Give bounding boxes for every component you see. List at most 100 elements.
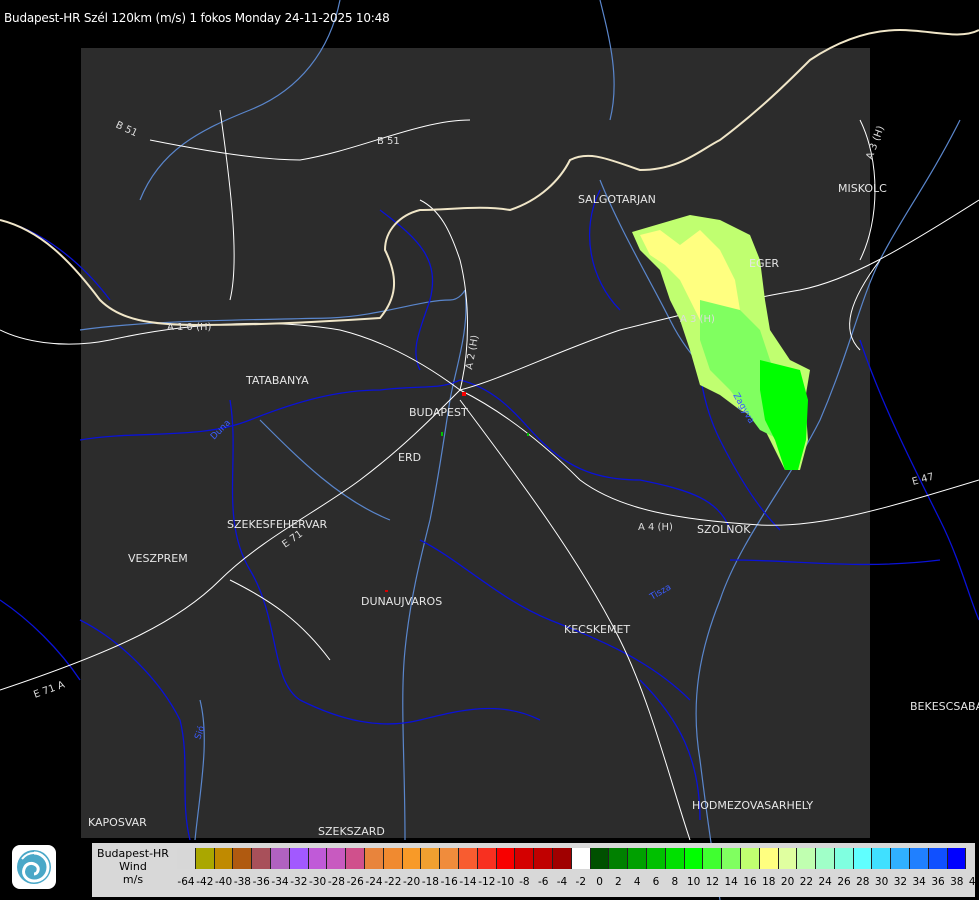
city-label: HODMEZOVASARHELY [692,799,813,812]
legend-tick-label: -4 [556,876,568,888]
map-title: Budapest-HR Szél 120km (m/s) 1 fokos Mon… [4,11,390,25]
city-label: SZEKSZARD [318,825,385,838]
legend-swatch [722,848,741,869]
legend-swatch [177,848,196,869]
legend-tick-label: 16 [743,876,757,888]
radar-coverage-area [81,48,870,838]
legend-swatch [665,848,685,869]
legend-swatch [534,848,553,869]
legend-swatches [177,848,967,869]
legend-swatch [628,848,647,869]
city-label: DUNAUJVAROS [361,595,442,608]
legend-tick-label: -38 [233,876,251,888]
legend-swatch [440,848,459,869]
legend-swatch [646,848,666,869]
city-label: SZOLNOK [697,523,751,536]
legend-swatch [703,848,723,869]
legend-tick-label: -2 [575,876,587,888]
legend-tick-label: 20 [780,876,795,888]
legend-tick-label: -20 [403,876,421,888]
legend-swatch [853,848,873,869]
legend-tick-label: 14 [724,876,738,888]
echo-green-speck [527,433,529,436]
legend-tick-label: -12 [478,876,496,888]
legend-swatch [195,848,215,869]
legend-tick-label: 10 [686,876,701,888]
legend-swatch [346,848,365,869]
legend-tick-label: 0 [596,876,603,888]
legend-swatch [872,848,892,869]
legend-tick-label: 26 [837,876,851,888]
city-label: EGER [749,257,779,270]
city-label: MISKOLC [838,182,887,195]
legend-tick-label: 22 [799,876,814,888]
echo-green-speck [441,432,443,436]
legend-swatch [327,848,347,869]
legend-tick-label: -8 [519,876,530,888]
legend-swatch [891,848,911,869]
city-label: TATABANYA [245,374,309,387]
echo-red-speck [385,590,388,592]
legend-swatch [740,848,760,869]
legend-tick-label: -22 [384,876,402,888]
legend-swatch [383,848,403,869]
legend-tick-label: 4 [633,876,641,888]
legend-tick-label: 28 [856,876,870,888]
legend-tick-label: 2 [615,876,622,888]
legend-tick-label: 12 [705,876,720,888]
legend-tick-label: -40 [215,876,233,888]
legend-title: Budapest-HR Wind m/s [92,847,174,886]
legend-swatch [571,848,591,869]
legend-swatch [515,848,535,869]
city-label: BEKESCSABA [910,700,979,713]
legend-swatch [477,848,497,869]
legend-tick-label: 36 [931,876,945,888]
logo [12,845,56,889]
legend-swatch [402,848,422,869]
city-label: VESZPREM [128,552,188,565]
radar-map: SALGOTARJAN MISKOLC EGER TATABANYA BUDAP… [0,0,979,900]
legend-swatch [759,848,779,869]
legend-tick-label: -10 [497,876,515,888]
legend-tick-label: -34 [271,876,289,888]
city-label: SALGOTARJAN [578,193,656,206]
legend-tick-label: 32 [893,876,908,888]
legend-swatch [910,848,929,869]
legend-tick-label: -24 [365,876,383,888]
legend-swatch [289,848,309,869]
legend-tick-label: -42 [196,876,214,888]
legend-title-line: Budapest-HR [97,847,169,860]
legend-title-line: Wind [119,860,147,873]
color-legend: Budapest-HR Wind m/s -64 -42 -40 -38 -36 -34-… [92,843,979,897]
legend-tick-label: -26 [346,876,364,888]
legend-tick-label: -30 [309,876,327,888]
legend-swatch [797,848,817,869]
legend-tick-label: -16 [440,876,458,888]
legend-tick-label: 34 [912,876,926,888]
legend-tick-label: -18 [421,876,439,888]
city-label: KAPOSVAR [88,816,147,829]
legend-swatch [684,848,704,869]
legend-swatch [364,848,384,869]
legend-tick-label: -28 [327,876,345,888]
road-label: A 3 (H) [680,314,715,325]
legend-swatch [590,848,610,869]
road-label: B 51 [377,136,400,147]
legend-swatch [308,848,328,869]
legend-swatch [947,848,967,869]
legend-tick-label: -14 [459,876,477,888]
legend-swatch [834,848,854,869]
legend-tick-label: 6 [652,876,660,888]
legend-swatch [270,848,290,869]
city-label: KECSKEMET [564,623,630,636]
city-label: BUDAPEST [409,406,468,419]
road-label: A 4 (H) [638,522,673,533]
legend-tick-label: 30 [874,876,889,888]
city-label: SZEKESFEHERVAR [227,518,328,531]
legend-tick-label: 8 [671,876,679,888]
legend-tick-label: 38 [950,876,964,888]
legend-swatch [928,848,948,869]
road-label: A 1 0 (H) [167,322,212,333]
legend-tick-label: -64 [177,876,195,888]
echo-red-speck [462,392,466,396]
